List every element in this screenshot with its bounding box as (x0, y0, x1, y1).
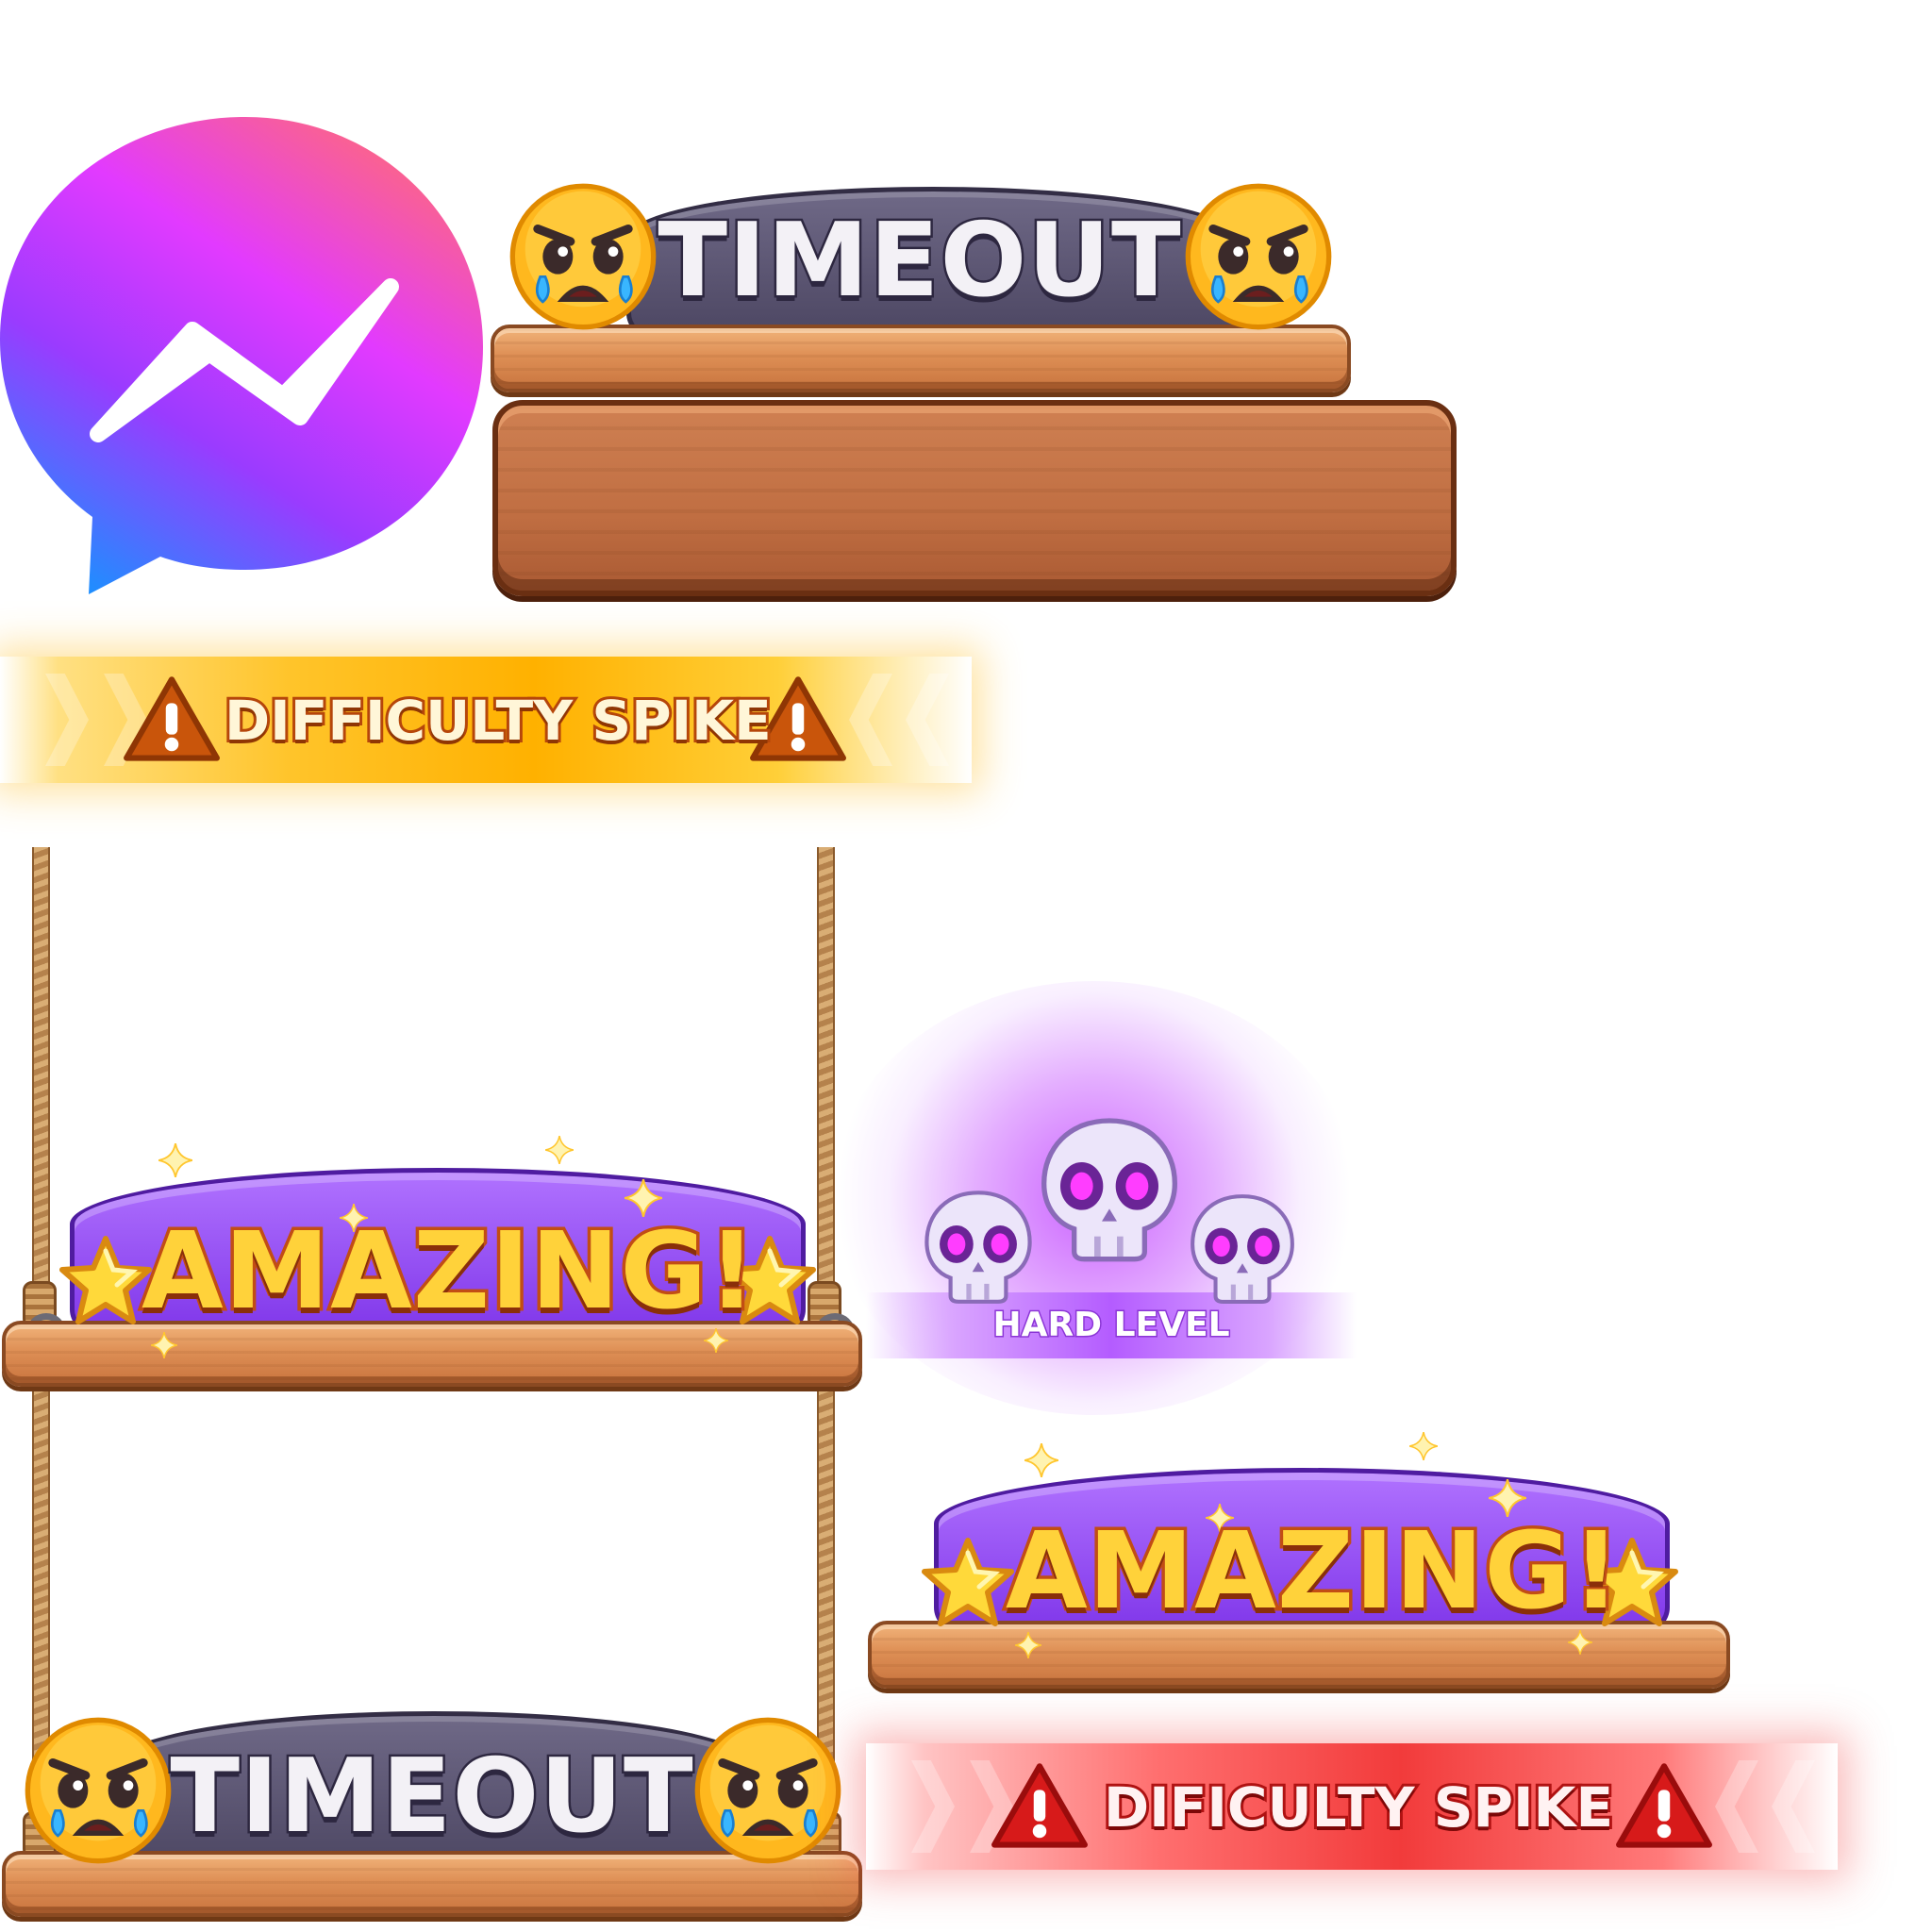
sparkle-icon (1024, 1443, 1058, 1477)
timeout-label: TIMEOUT (656, 200, 1183, 323)
angry-crying-face-icon (1183, 181, 1334, 332)
amazing-label: AMAZING! (139, 1208, 759, 1337)
skull-icon (1185, 1191, 1300, 1306)
star-icon (921, 1536, 1015, 1630)
hard-level-label: HARD LEVEL (991, 1305, 1231, 1346)
difficulty-spike-label: DIFFICULTY SPIKE (222, 686, 774, 756)
sparkle-icon (545, 1136, 574, 1164)
sparkle-icon (1409, 1432, 1438, 1460)
wooden-panel (492, 400, 1457, 596)
messenger-logo-icon (0, 117, 483, 594)
skull-icon (1034, 1113, 1185, 1264)
angry-crying-face-icon (23, 1715, 174, 1866)
angry-crying-face-icon (508, 181, 658, 332)
warning-triangle-icon (123, 675, 221, 764)
angry-crying-face-icon (692, 1715, 843, 1866)
warning-triangle-icon (991, 1762, 1089, 1851)
skull-icon (919, 1187, 1038, 1306)
timeout-wood-shelf (491, 325, 1351, 392)
amazing-label: AMAZING! (1003, 1507, 1624, 1637)
sparkle-icon (158, 1143, 192, 1177)
warning-triangle-icon (1615, 1762, 1713, 1851)
difficulty-spike-label: DIFICULTY SPIKE (1101, 1773, 1616, 1842)
star-icon (58, 1234, 153, 1328)
timeout-label: TIMEOUT (168, 1736, 695, 1858)
sparkle-icon (151, 1332, 177, 1358)
sparkle-icon (1015, 1632, 1041, 1658)
